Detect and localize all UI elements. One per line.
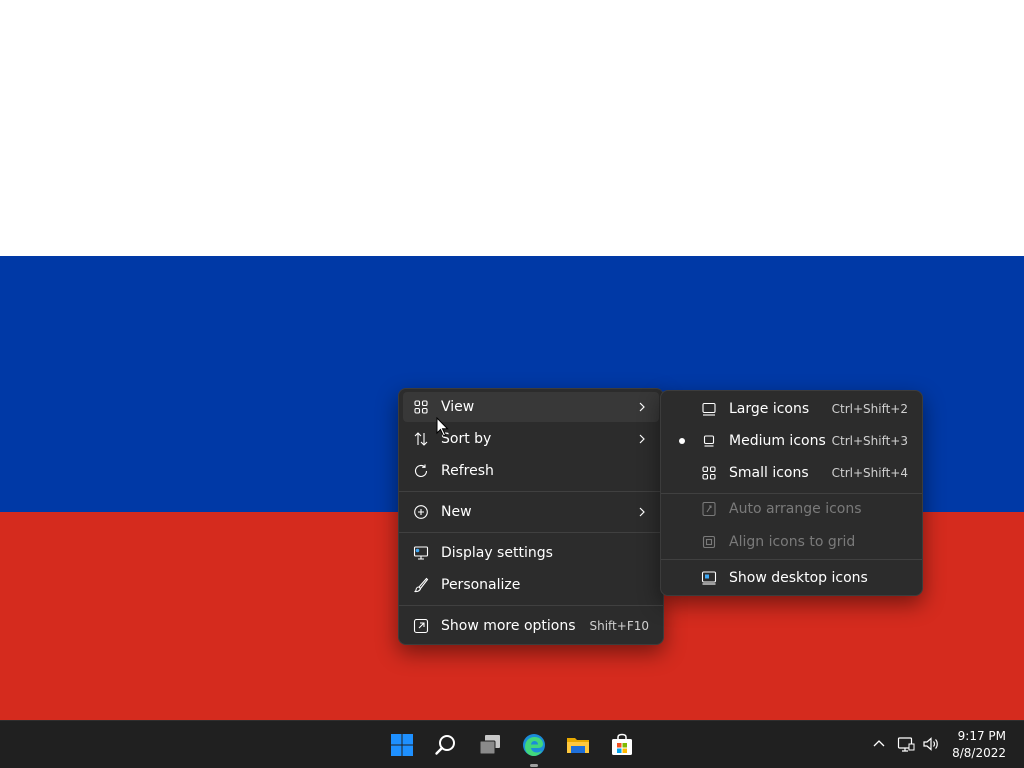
submenu-item-label: Align icons to grid — [729, 534, 856, 550]
menu-item-label: Refresh — [441, 463, 494, 479]
chevron-right-icon — [639, 507, 645, 517]
mouse-pointer-icon — [436, 417, 449, 437]
large-icons-icon — [701, 401, 717, 417]
volume-button[interactable] — [922, 735, 940, 753]
display-settings-icon — [413, 545, 429, 561]
submenu-item-large-icons[interactable]: Large icons Ctrl+Shift+2 — [665, 394, 918, 424]
menu-separator — [399, 532, 663, 533]
volume-icon — [923, 737, 938, 751]
network-button[interactable] — [897, 735, 915, 753]
sort-icon — [413, 431, 429, 447]
shortcut-label: Ctrl+Shift+3 — [831, 434, 908, 448]
menu-item-label: View — [441, 399, 475, 415]
microsoft-store-icon — [612, 733, 632, 755]
refresh-icon — [413, 463, 429, 479]
clock[interactable]: 9:17 PM 8/8/2022 — [952, 728, 1006, 762]
submenu-item-small-icons[interactable]: Small icons Ctrl+Shift+4 — [665, 458, 918, 488]
edge-button[interactable] — [516, 727, 552, 767]
menu-item-new[interactable]: New — [403, 497, 659, 527]
expand-icon — [413, 618, 429, 634]
menu-item-display-settings[interactable]: Display settings — [403, 538, 659, 568]
clock-time: 9:17 PM — [957, 729, 1006, 743]
edge-icon — [523, 734, 545, 756]
menu-separator — [399, 605, 663, 606]
align-grid-icon — [701, 534, 717, 550]
clock-date: 8/8/2022 — [952, 746, 1006, 760]
file-explorer-button[interactable] — [560, 727, 596, 763]
menu-item-label: New — [441, 504, 472, 520]
submenu-item-label: Large icons — [729, 401, 810, 417]
brush-icon — [413, 577, 429, 593]
chevron-right-icon — [639, 434, 645, 444]
chevron-right-icon — [639, 402, 645, 412]
submenu-item-auto-arrange[interactable]: Auto arrange icons — [665, 494, 918, 524]
menu-item-show-more-options[interactable]: Show more options Shift+F10 — [403, 611, 659, 641]
task-view-button[interactable] — [472, 727, 508, 763]
shortcut-label: Ctrl+Shift+2 — [831, 402, 908, 416]
submenu-item-label: Medium icons — [729, 433, 826, 449]
network-icon — [897, 737, 915, 752]
running-indicator — [530, 764, 538, 767]
taskbar: 9:17 PM 8/8/2022 — [0, 720, 1024, 768]
plus-circle-icon — [413, 504, 429, 520]
search-icon — [435, 735, 455, 755]
grid-icon — [413, 399, 429, 415]
submenu-item-align-to-grid[interactable]: Align icons to grid — [665, 527, 918, 557]
file-explorer-icon — [567, 738, 589, 753]
submenu-item-label: Small icons — [729, 465, 809, 481]
microsoft-store-button[interactable] — [604, 727, 640, 763]
windows-start-icon — [391, 734, 413, 756]
small-icons-icon — [701, 465, 717, 481]
medium-icons-icon — [701, 433, 717, 449]
submenu-item-show-desktop-icons[interactable]: Show desktop icons — [665, 563, 918, 593]
view-submenu: Large icons Ctrl+Shift+2 Medium icons Ct… — [660, 390, 923, 596]
show-hidden-icons-button[interactable] — [870, 735, 888, 753]
menu-item-label: Personalize — [441, 577, 521, 593]
menu-item-personalize[interactable]: Personalize — [403, 570, 659, 600]
shortcut-label: Ctrl+Shift+4 — [831, 466, 908, 480]
menu-separator — [661, 559, 922, 560]
menu-separator — [399, 491, 663, 492]
submenu-item-medium-icons[interactable]: Medium icons Ctrl+Shift+3 — [665, 426, 918, 456]
wallpaper-white-stripe — [0, 0, 1024, 256]
submenu-item-label: Show desktop icons — [729, 570, 868, 586]
menu-item-label: Display settings — [441, 545, 553, 561]
shortcut-label: Shift+F10 — [589, 619, 649, 633]
menu-item-label: Show more options — [441, 618, 576, 634]
submenu-item-label: Auto arrange icons — [729, 501, 862, 517]
chevron-up-icon — [873, 740, 885, 747]
show-desktop-icon — [701, 570, 717, 586]
selected-bullet-icon — [679, 438, 685, 444]
menu-item-refresh[interactable]: Refresh — [403, 456, 659, 486]
task-view-icon — [479, 735, 500, 755]
search-button[interactable] — [428, 727, 464, 763]
auto-arrange-icon — [701, 501, 717, 517]
start-button[interactable] — [384, 727, 420, 763]
